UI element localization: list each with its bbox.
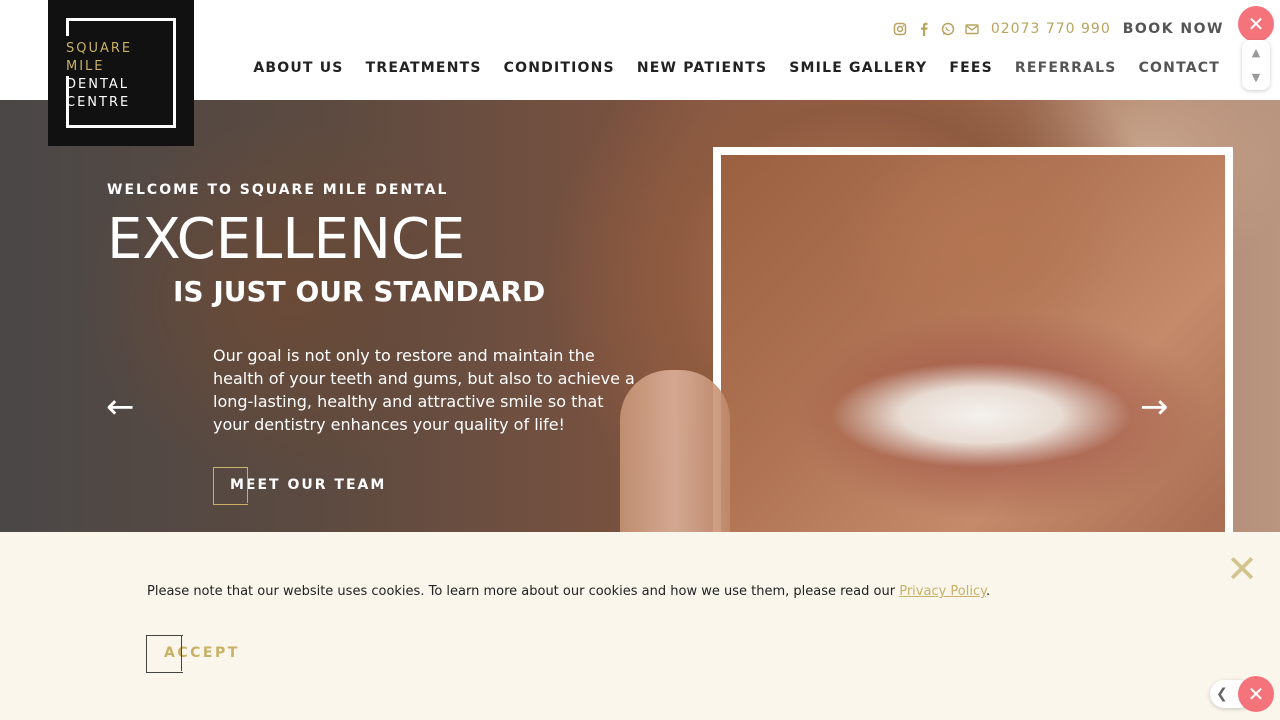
chevron-up-icon[interactable]: ▲ [1252,46,1260,59]
logo-line-1: SQUARE [66,41,133,56]
close-bottom-widget-button[interactable]: ✕ [1238,676,1274,712]
nav-about-us[interactable]: ABOUT US [253,60,343,76]
cookie-close-icon[interactable]: ✕ [1226,550,1258,588]
close-icon: ✕ [1247,682,1265,706]
hero-copy: Our goal is not only to restore and main… [213,346,635,434]
nav-referrals[interactable]: REFERRALS [1015,60,1117,76]
slider-prev-arrow-icon[interactable]: ← [106,390,135,424]
whatsapp-icon[interactable] [941,22,955,36]
close-icon: ✕ [1247,12,1265,36]
top-contact-bar: 02073 770 990 BOOK NOW [893,19,1224,39]
logo-line-3: DENTAL [66,77,130,92]
email-icon[interactable] [965,22,979,36]
hero-subheadline: IS JUST OUR STANDARD [173,275,546,308]
site-logo[interactable]: SQUARE MILE DENTAL CENTRE [48,0,194,146]
cookie-banner: Please note that our website uses cookie… [0,532,1280,720]
cookie-message: Please note that our website uses cookie… [147,584,990,599]
slider-next-arrow-icon[interactable]: → [1140,390,1169,424]
bottom-widget: ❮ ✕ [1210,676,1274,712]
page-scroller[interactable]: ▲ ▼ [1242,40,1270,90]
nav-treatments[interactable]: TREATMENTS [366,60,482,76]
nav-new-patients[interactable]: NEW PATIENTS [637,60,767,76]
hero-photo-frame [713,147,1233,532]
chevron-down-icon[interactable]: ▼ [1252,71,1260,84]
hero-slider: WELCOME TO SQUARE MILE DENTAL EXCELLENCE… [0,100,1280,532]
logo-text: SQUARE MILE DENTAL CENTRE [66,40,132,112]
accept-label: ACCEPT [164,645,240,661]
meet-our-team-label: MEET OUR TEAM [230,477,387,493]
cookie-period: . [985,584,991,599]
meet-our-team-button[interactable]: MEET OUR TEAM [213,467,387,505]
cookie-message-text: Please note that our website uses cookie… [147,584,900,599]
main-nav: ABOUT US TREATMENTS CONDITIONS NEW PATIE… [253,60,1220,76]
privacy-policy-link[interactable]: Privacy Policy [899,584,986,599]
nav-conditions[interactable]: CONDITIONS [504,60,615,76]
logo-line-2: MILE [66,59,105,74]
book-now-link[interactable]: BOOK NOW [1123,21,1224,37]
close-widget-button[interactable]: ✕ [1238,6,1274,42]
nav-smile-gallery[interactable]: SMILE GALLERY [789,60,927,76]
phone-link[interactable]: 02073 770 990 [991,21,1111,37]
hero-headline: EXCELLENCE [107,207,466,272]
logo-line-4: CENTRE [66,95,131,110]
hero-welcome: WELCOME TO SQUARE MILE DENTAL [107,182,449,198]
site-header: SQUARE MILE DENTAL CENTRE 02073 770 990 … [0,0,1280,146]
chevron-left-icon: ❮ [1216,686,1228,702]
nav-contact[interactable]: CONTACT [1139,60,1220,76]
accept-cookies-button[interactable]: ACCEPT [146,635,240,673]
instagram-icon[interactable] [893,22,907,36]
facebook-icon[interactable] [917,22,931,36]
nav-fees[interactable]: FEES [949,60,993,76]
